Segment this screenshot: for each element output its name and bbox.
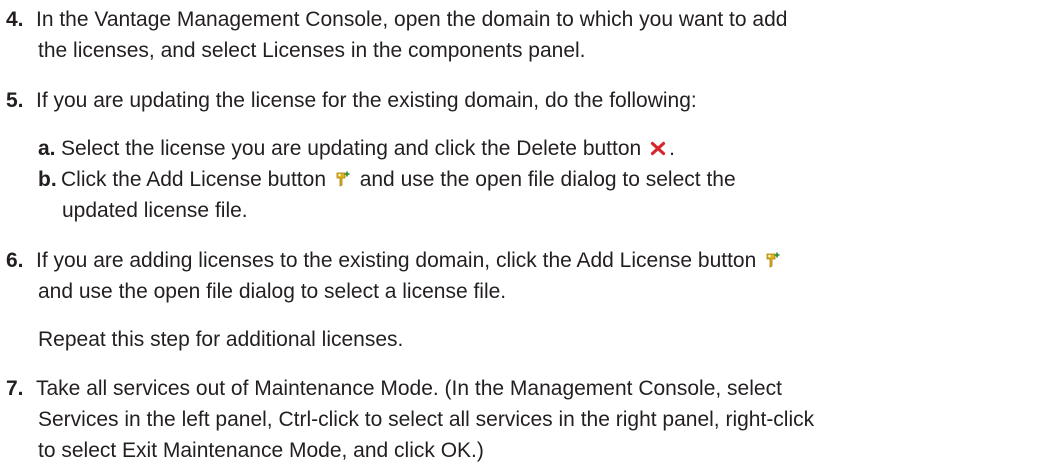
step-6-line-2: and use the open file dialog to select a…	[38, 280, 507, 303]
delete-x-icon	[649, 139, 667, 157]
step-number: 5.	[6, 89, 24, 112]
step-number: 4.	[6, 8, 24, 31]
step-4-line-2: the licenses, and select Licenses in the…	[38, 39, 586, 62]
step-7-line-3: to select Exit Maintenance Mode, and cli…	[38, 439, 484, 462]
substep-text: Select the license you are updating and …	[61, 137, 642, 160]
step-5-substep-b: b. Click the Add License button and use t…	[38, 164, 1048, 226]
step-7-line-1: 7. Take all services out of Maintenance M…	[6, 373, 1051, 404]
step-text: If you are updating the license for the …	[36, 89, 697, 112]
substep-text-end: .	[669, 137, 675, 160]
step-number: 7.	[6, 377, 24, 400]
substep-text-after-icon: and use the open file dialog to select t…	[359, 168, 736, 191]
step-6: 6. If you are adding licenses to the exis…	[6, 245, 1051, 307]
substep-b-line-2: updated license file.	[62, 199, 248, 222]
add-license-icon	[764, 251, 782, 269]
step-5-substep-a: a. Select the license you are updating an…	[38, 133, 1048, 164]
step-text: Take all services out of Maintenance Mod…	[36, 377, 782, 400]
step-5: 5. If you are updating the license for th…	[6, 85, 1051, 116]
step-5-line-1: 5. If you are updating the license for th…	[6, 85, 1051, 116]
substep-text: Click the Add License button	[61, 168, 327, 191]
step-text: In the Vantage Management Console, open …	[36, 8, 788, 31]
step-4-line-1: 4. In the Vantage Management Console, ope…	[6, 4, 1051, 35]
step-4: 4. In the Vantage Management Console, ope…	[6, 4, 1051, 66]
step-6-note: Repeat this step for additional licenses…	[38, 324, 403, 355]
substep-b-line-1: b. Click the Add License button and use t…	[38, 164, 1048, 195]
step-7-line-2: Services in the left panel, Ctrl-click t…	[38, 408, 815, 431]
step-7: 7. Take all services out of Maintenance M…	[6, 373, 1051, 466]
document-page: 4. In the Vantage Management Console, ope…	[0, 0, 1057, 474]
add-license-icon	[334, 170, 352, 188]
substep-letter: b.	[38, 168, 57, 191]
step-6-line-1: 6. If you are adding licenses to the exis…	[6, 245, 1051, 276]
substep-a-line-1: a. Select the license you are updating an…	[38, 133, 1048, 164]
step-text: If you are adding licenses to the existi…	[36, 249, 757, 272]
substep-letter: a.	[38, 137, 56, 160]
step-number: 6.	[6, 249, 24, 272]
step-6-note-text: Repeat this step for additional licenses…	[38, 328, 404, 351]
